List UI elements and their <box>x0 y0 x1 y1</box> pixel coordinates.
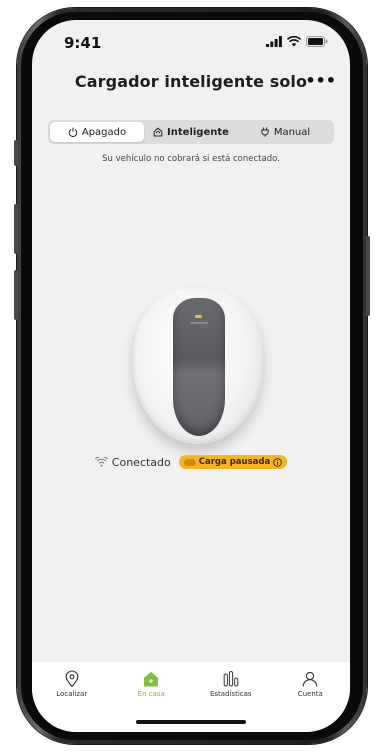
tab-account-label: Cuenta <box>297 690 323 698</box>
location-pin-icon <box>65 670 79 688</box>
charger-image <box>173 298 225 436</box>
mode-selector: Apagado Inteligente Manual <box>48 120 334 144</box>
battery-icon <box>306 36 328 47</box>
connection-status-row: Conectado Carga pausada <box>32 455 350 469</box>
wifi-icon <box>287 36 301 47</box>
pause-pill-icon <box>183 458 196 466</box>
home-filled-icon <box>144 672 159 687</box>
mute-switch <box>14 140 18 166</box>
stats-bars-icon <box>223 671 239 687</box>
mode-smart-label: Inteligente <box>167 126 229 138</box>
status-time: 9:41 <box>64 34 102 52</box>
tab-stats-label: Estadísticas <box>209 690 252 698</box>
user-icon <box>302 671 318 687</box>
charge-status-label: Carga pausada <box>198 457 271 467</box>
tab-locate-label: Localizar <box>56 690 88 698</box>
page-title: Cargador inteligente solo <box>74 72 308 91</box>
signal-icon <box>266 36 282 47</box>
mode-off-label: Apagado <box>81 126 127 138</box>
mode-manual-label: Manual <box>273 126 311 138</box>
mode-hint: Su vehículo no cobrará si está conectado… <box>102 154 280 164</box>
tab-account[interactable]: Cuenta <box>280 670 340 732</box>
tab-home-label: En casa <box>137 690 165 698</box>
plug-icon <box>261 127 269 137</box>
wifi-status-icon <box>94 457 108 467</box>
more-options-button[interactable]: ••• <box>305 71 336 90</box>
power-icon <box>68 127 78 137</box>
mode-manual-tab[interactable]: Manual <box>238 122 332 142</box>
power-button <box>366 236 370 316</box>
home-indicator[interactable] <box>136 720 246 724</box>
volume-down-button <box>14 270 18 320</box>
home-icon <box>153 127 163 137</box>
connection-label: Conectado <box>111 455 171 469</box>
status-bar: 9:41 <box>32 20 350 68</box>
charger-led-indicator <box>195 315 202 318</box>
app-screen: 9:41 Cargador inteligente solo ••• Apaga… <box>32 20 350 732</box>
volume-up-button <box>14 204 18 254</box>
tab-locate[interactable]: Localizar <box>42 670 102 732</box>
info-icon <box>273 457 282 467</box>
charge-status-badge[interactable]: Carga pausada <box>178 455 288 469</box>
mode-off-tab[interactable]: Apagado <box>50 122 144 142</box>
mode-smart-tab[interactable]: Inteligente <box>144 122 238 142</box>
status-icons <box>266 36 328 47</box>
charger-brand-mark <box>190 322 208 324</box>
